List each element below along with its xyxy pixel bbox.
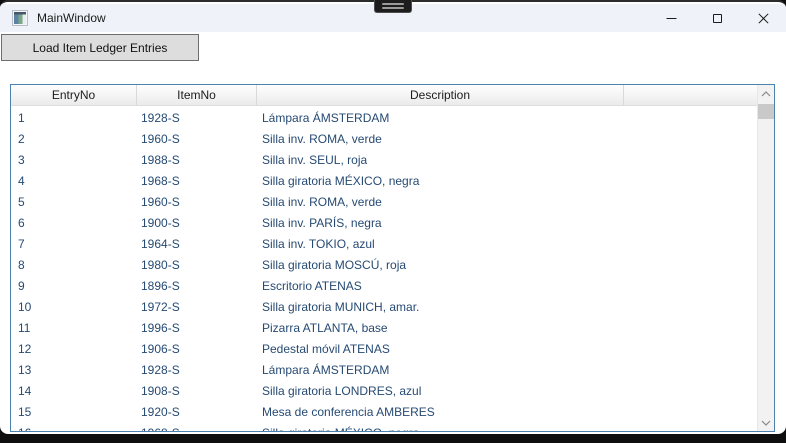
table-row[interactable]: 1 1928-S Lámpara ÁMSTERDAM [11,107,757,128]
table-row[interactable]: 15 1920-S Mesa de conferencia AMBERES [11,401,757,422]
cell-description[interactable]: Silla giratoria MOSCÚ, roja [257,258,757,272]
scrollbar-thumb[interactable] [758,104,774,119]
cell-description[interactable]: Silla giratoria MÉXICO, negra [257,174,757,188]
app-icon[interactable] [12,10,28,26]
main-window: MainWindow Load Item Ledger Entries Entr… [0,0,786,434]
window-title: MainWindow [37,11,106,25]
cell-description[interactable]: Silla inv. ROMA, verde [257,195,757,209]
cell-entry-no[interactable]: 7 [11,237,137,251]
cell-entry-no[interactable]: 3 [11,153,137,167]
table-row[interactable]: 7 1964-S Silla inv. TOKIO, azul [11,233,757,254]
cell-entry-no[interactable]: 10 [11,300,137,314]
minimize-button[interactable] [648,4,694,32]
cell-entry-no[interactable]: 1 [11,111,137,125]
cell-entry-no[interactable]: 9 [11,279,137,293]
column-header-entry-no[interactable]: EntryNo [11,85,137,105]
cell-item-no[interactable]: 1896-S [137,279,257,293]
cell-entry-no[interactable]: 13 [11,363,137,377]
grid-header-row: EntryNo ItemNo Description [11,85,757,106]
cell-item-no[interactable]: 1964-S [137,237,257,251]
maximize-icon [712,13,722,23]
cell-description[interactable]: Pedestal móvil ATENAS [257,342,757,356]
cell-item-no[interactable]: 1900-S [137,216,257,230]
table-row[interactable]: 6 1900-S Silla inv. PARÍS, negra [11,212,757,233]
cell-description[interactable]: Silla inv. SEUL, roja [257,153,757,167]
chevron-down-icon [761,420,771,426]
cell-description[interactable]: Lámpara ÁMSTERDAM [257,363,757,377]
table-row[interactable]: 4 1968-S Silla giratoria MÉXICO, negra [11,170,757,191]
cell-item-no[interactable]: 1968-S [137,174,257,188]
cell-item-no[interactable]: 1928-S [137,363,257,377]
table-row[interactable]: 11 1996-S Pizarra ATLANTA, base [11,317,757,338]
cell-description[interactable]: Lámpara ÁMSTERDAM [257,111,757,125]
table-row[interactable]: 5 1960-S Silla inv. ROMA, verde [11,191,757,212]
cell-item-no[interactable]: 1968-S [137,426,257,432]
cell-entry-no[interactable]: 14 [11,384,137,398]
cell-description[interactable]: Silla inv. TOKIO, azul [257,237,757,251]
cell-item-no[interactable]: 1960-S [137,132,257,146]
cell-description[interactable]: Mesa de conferencia AMBERES [257,405,757,419]
table-row[interactable]: 3 1988-S Silla inv. SEUL, roja [11,149,757,170]
drag-handle-icon [382,3,404,5]
cell-item-no[interactable]: 1908-S [137,384,257,398]
maximize-button[interactable] [694,4,740,32]
table-row[interactable]: 13 1928-S Lámpara ÁMSTERDAM [11,359,757,380]
table-row[interactable]: 9 1896-S Escritorio ATENAS [11,275,757,296]
cell-entry-no[interactable]: 6 [11,216,137,230]
cell-entry-no[interactable]: 15 [11,405,137,419]
cell-item-no[interactable]: 1980-S [137,258,257,272]
cell-description[interactable]: Silla giratoria MÉXICO, negra [257,426,757,432]
cell-entry-no[interactable]: 2 [11,132,137,146]
cell-entry-no[interactable]: 5 [11,195,137,209]
cell-entry-no[interactable]: 4 [11,174,137,188]
cell-item-no[interactable]: 1972-S [137,300,257,314]
minimize-icon [666,17,676,19]
cell-description[interactable]: Silla giratoria LONDRES, azul [257,384,757,398]
column-header-description[interactable]: Description [257,85,624,105]
cell-description[interactable]: Silla inv. PARÍS, negra [257,216,757,230]
cell-entry-no[interactable]: 11 [11,321,137,335]
screen: MainWindow Load Item Ledger Entries Entr… [0,0,786,443]
table-row[interactable]: 16 1968-S Silla giratoria MÉXICO, negra [11,422,757,431]
table-row[interactable]: 8 1980-S Silla giratoria MOSCÚ, roja [11,254,757,275]
cell-entry-no[interactable]: 8 [11,258,137,272]
load-button-label: Load Item Ledger Entries [32,40,168,55]
cell-item-no[interactable]: 1988-S [137,153,257,167]
cell-description[interactable]: Silla giratoria MUNICH, amar. [257,300,757,314]
item-ledger-datagrid: EntryNo ItemNo Description 1 1928-S Lámp… [10,84,775,432]
table-row[interactable]: 14 1908-S Silla giratoria LONDRES, azul [11,380,757,401]
table-row[interactable]: 2 1960-S Silla inv. ROMA, verde [11,128,757,149]
caption-buttons [648,4,786,32]
table-row[interactable]: 12 1906-S Pedestal móvil ATENAS [11,338,757,359]
cell-description[interactable]: Silla inv. ROMA, verde [257,132,757,146]
cell-item-no[interactable]: 1960-S [137,195,257,209]
cell-entry-no[interactable]: 16 [11,426,137,432]
chevron-up-icon [761,90,771,96]
cell-description[interactable]: Escritorio ATENAS [257,279,757,293]
cell-item-no[interactable]: 1906-S [137,342,257,356]
close-icon [757,12,769,24]
cell-item-no[interactable]: 1996-S [137,321,257,335]
cell-item-no[interactable]: 1920-S [137,405,257,419]
snap-handle-widget[interactable] [374,0,412,13]
cell-description[interactable]: Pizarra ATLANTA, base [257,321,757,335]
cell-entry-no[interactable]: 12 [11,342,137,356]
drag-handle-icon [382,7,404,9]
column-header-filler [624,85,757,105]
table-row[interactable]: 10 1972-S Silla giratoria MUNICH, amar. [11,296,757,317]
vertical-scrollbar[interactable] [757,85,774,431]
column-header-item-no[interactable]: ItemNo [137,85,257,105]
scroll-up-button[interactable] [758,85,774,102]
load-item-ledger-entries-button[interactable]: Load Item Ledger Entries [1,34,199,61]
scroll-down-button[interactable] [758,414,774,431]
close-button[interactable] [740,4,786,32]
cell-item-no[interactable]: 1928-S [137,111,257,125]
grid-body: 1 1928-S Lámpara ÁMSTERDAM 2 1960-S Sill… [11,107,757,431]
